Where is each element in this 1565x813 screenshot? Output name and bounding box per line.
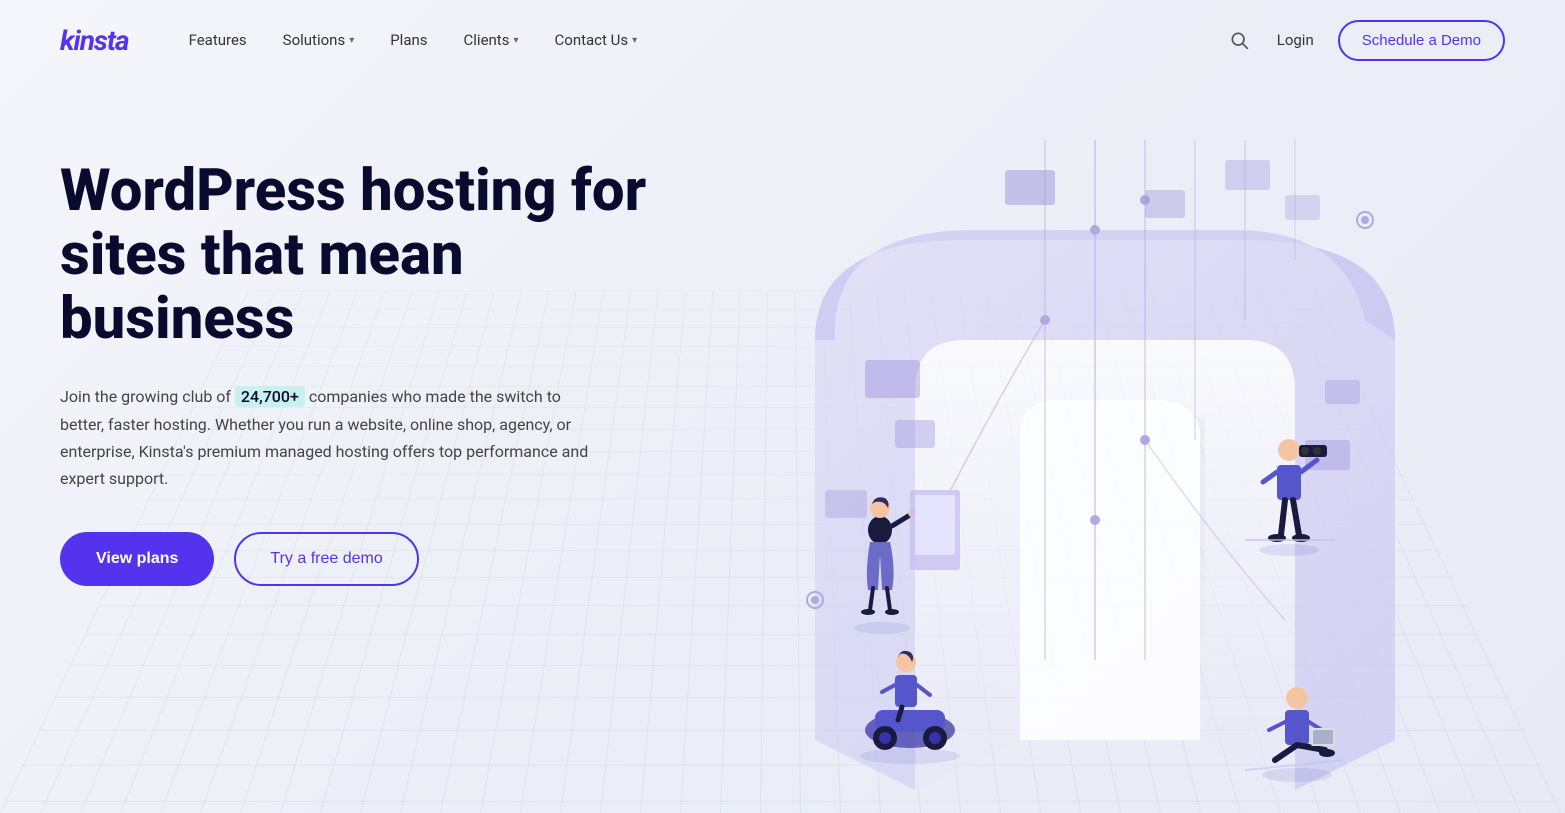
hero-left: WordPress hosting for sites that mean bu… bbox=[60, 120, 660, 586]
chevron-down-icon: ▾ bbox=[349, 35, 354, 46]
navbar: kinsta Features Solutions ▾ Plans bbox=[0, 0, 1565, 80]
nav-link-clients[interactable]: Clients ▾ bbox=[464, 31, 519, 49]
nav-item-features[interactable]: Features bbox=[189, 31, 247, 49]
nav-item-plans[interactable]: Plans bbox=[390, 31, 427, 49]
chevron-down-icon: ▾ bbox=[513, 35, 518, 46]
try-free-demo-button[interactable]: Try a free demo bbox=[234, 532, 418, 586]
schedule-demo-button[interactable]: Schedule a Demo bbox=[1338, 20, 1505, 61]
hero-section: WordPress hosting for sites that mean bu… bbox=[0, 80, 1565, 813]
hero-illustration bbox=[665, 140, 1565, 813]
search-icon bbox=[1229, 30, 1249, 50]
nav-item-solutions[interactable]: Solutions ▾ bbox=[283, 31, 355, 49]
page-wrapper: kinsta Features Solutions ▾ Plans bbox=[0, 0, 1565, 813]
nav-item-clients[interactable]: Clients ▾ bbox=[464, 31, 519, 49]
login-link[interactable]: Login bbox=[1277, 31, 1314, 49]
hero-svg bbox=[665, 140, 1565, 813]
nav-right: Login Schedule a Demo bbox=[1225, 20, 1505, 61]
hero-buttons: View plans Try a free demo bbox=[60, 532, 660, 586]
search-button[interactable] bbox=[1225, 26, 1253, 54]
logo[interactable]: kinsta bbox=[60, 24, 129, 57]
nav-links: Features Solutions ▾ Plans Clients ▾ bbox=[189, 31, 638, 49]
nav-link-plans[interactable]: Plans bbox=[390, 31, 427, 49]
chevron-down-icon: ▾ bbox=[632, 35, 637, 46]
nav-item-contact[interactable]: Contact Us ▾ bbox=[555, 31, 638, 49]
hero-title: WordPress hosting for sites that mean bu… bbox=[60, 160, 660, 351]
company-count-highlight: 24,700+ bbox=[235, 386, 305, 407]
nav-link-features[interactable]: Features bbox=[189, 31, 247, 49]
hero-description: Join the growing club of 24,700+ compani… bbox=[60, 383, 600, 492]
nav-link-contact[interactable]: Contact Us ▾ bbox=[555, 31, 638, 49]
view-plans-button[interactable]: View plans bbox=[60, 532, 214, 586]
nav-link-solutions[interactable]: Solutions ▾ bbox=[283, 31, 355, 49]
